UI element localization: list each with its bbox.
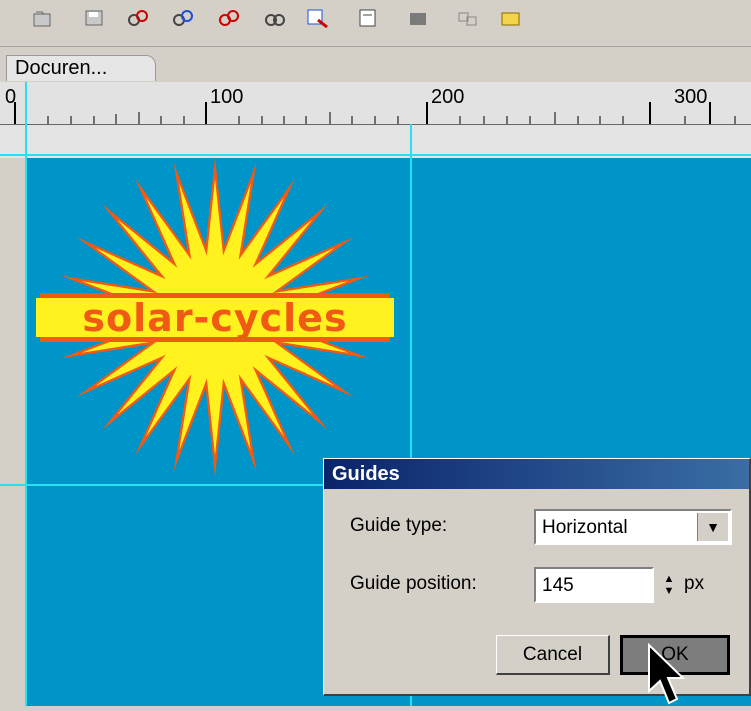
group-icon[interactable] bbox=[455, 6, 481, 30]
guide-position-input[interactable]: 145 bbox=[534, 567, 654, 603]
ruler-label-0: 0 bbox=[5, 86, 17, 108]
logo-text: solar-cycles bbox=[82, 296, 347, 340]
ruler-ticks bbox=[14, 102, 736, 124]
folder-icon[interactable] bbox=[498, 6, 524, 30]
break-link-icon[interactable] bbox=[216, 6, 242, 30]
guide-horizontal[interactable] bbox=[0, 484, 323, 486]
chain-icon[interactable] bbox=[262, 6, 288, 30]
horizontal-ruler[interactable]: 0 100 200 300 bbox=[0, 82, 751, 125]
link-icon[interactable] bbox=[125, 6, 151, 30]
zoom-doc-icon[interactable] bbox=[305, 6, 331, 30]
unit-label: px bbox=[684, 573, 705, 594]
cancel-button-label: Cancel bbox=[522, 643, 583, 665]
guide-position-label: Guide position: bbox=[350, 573, 477, 594]
dialog-title: Guides bbox=[324, 459, 749, 489]
save-icon[interactable] bbox=[82, 6, 108, 30]
spinner-icon[interactable]: ▲ ▼ bbox=[658, 569, 680, 601]
unlink-icon[interactable] bbox=[170, 6, 196, 30]
guide-type-label: Guide type: bbox=[350, 515, 448, 536]
open-icon[interactable] bbox=[30, 6, 56, 30]
ruler-label-300: 300 bbox=[674, 86, 708, 108]
solar-cycles-logo: solar-cycles bbox=[30, 155, 400, 477]
dropdown-arrow-icon[interactable]: ▼ bbox=[697, 513, 728, 541]
ruler-label-200: 200 bbox=[431, 86, 465, 108]
cancel-button[interactable]: Cancel bbox=[496, 635, 610, 675]
guide-type-select[interactable]: Horizontal ▼ bbox=[534, 509, 732, 545]
sun-graphic: solar-cycles bbox=[36, 157, 394, 477]
ruler-label-100: 100 bbox=[210, 86, 244, 108]
gray-box-icon[interactable] bbox=[405, 6, 431, 30]
guide-type-value: Horizontal bbox=[542, 517, 628, 538]
guide-position-value: 145 bbox=[542, 575, 574, 596]
document-tabs: Docuren... bbox=[0, 47, 751, 83]
doc-icon[interactable] bbox=[355, 6, 381, 30]
document-tab[interactable]: Docuren... bbox=[6, 55, 156, 81]
toolbar bbox=[0, 0, 751, 47]
document-tab-label: Docuren... bbox=[15, 57, 108, 79]
guide-vertical-left[interactable] bbox=[25, 82, 27, 706]
mouse-cursor-icon bbox=[647, 642, 687, 706]
